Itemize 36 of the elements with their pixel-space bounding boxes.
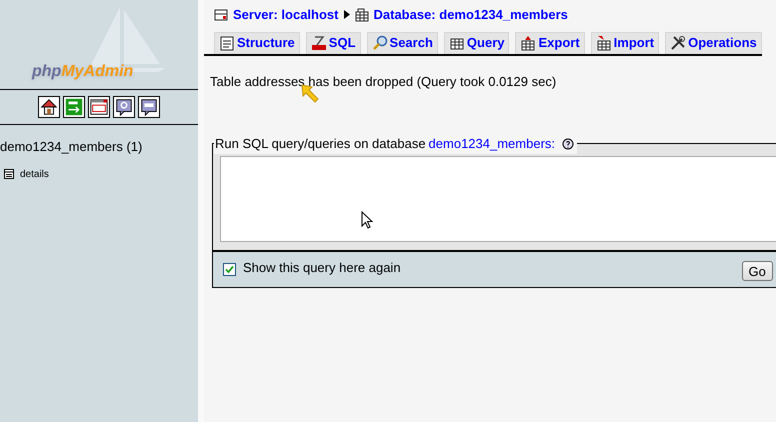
magnifier-icon xyxy=(372,35,388,51)
server-link[interactable]: Server: localhost xyxy=(233,5,338,24)
tab[interactable]: Operations xyxy=(665,32,762,54)
tab[interactable]: Query xyxy=(444,32,510,54)
database-link[interactable]: Database: demo1234_members xyxy=(374,5,568,24)
help-icon[interactable] xyxy=(113,96,135,118)
go-button[interactable]: Go xyxy=(742,260,773,280)
tab[interactable]: Search xyxy=(366,32,438,54)
clipboard-icon xyxy=(219,35,235,51)
checkbox-label: Show this query here again xyxy=(243,258,401,277)
tab[interactable]: Import xyxy=(590,32,660,54)
tools-icon xyxy=(670,35,686,51)
database-link[interactable]: demo1234_members (1) xyxy=(0,137,142,156)
legend-text: Run SQL query/queries on database xyxy=(215,135,426,153)
sql-window-icon[interactable] xyxy=(88,96,110,118)
database-link[interactable]: demo1234_members: xyxy=(428,134,556,154)
tab[interactable]: Structure xyxy=(214,32,300,54)
database-icon xyxy=(354,8,368,22)
table-icon[interactable] xyxy=(4,169,14,179)
tab[interactable]: Export xyxy=(515,32,585,54)
home-icon[interactable] xyxy=(38,96,60,118)
checkbox[interactable] xyxy=(223,262,236,276)
help-icon[interactable] xyxy=(562,138,574,150)
separator-arrow-icon xyxy=(344,10,350,20)
status-message: Table addresses has been dropped (Query took 0.0129 sec) xyxy=(209,72,556,91)
mouse-cursor-icon xyxy=(361,210,373,230)
table-link[interactable]: details xyxy=(20,166,49,182)
import-icon xyxy=(596,35,612,51)
exit-icon[interactable] xyxy=(63,96,85,118)
sql-doc-icon[interactable] xyxy=(138,96,160,118)
sql-query-field[interactable] xyxy=(220,156,776,242)
tab[interactable]: SQL xyxy=(306,32,361,54)
phpmyadmin-logo[interactable]: phpMyAdmin xyxy=(32,62,134,82)
server-icon xyxy=(214,8,228,22)
sql-icon xyxy=(310,35,327,51)
export-icon xyxy=(520,35,536,51)
